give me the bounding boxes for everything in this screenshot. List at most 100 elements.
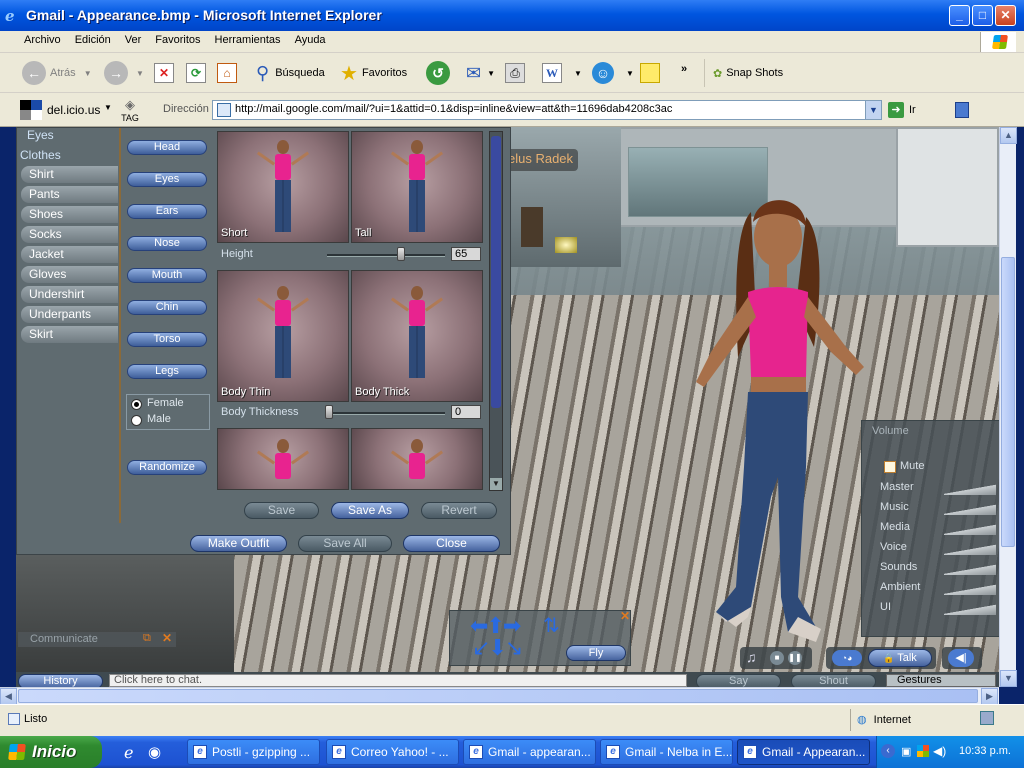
- messenger-button[interactable]: ☺ ▼: [592, 59, 634, 87]
- clothes-item-shoes[interactable]: Shoes: [21, 206, 118, 223]
- female-radio[interactable]: [131, 399, 142, 410]
- task-gmail-active[interactable]: e Gmail - Appearan...: [737, 739, 870, 765]
- randomize-button[interactable]: Randomize: [127, 460, 207, 475]
- task-gmail-2[interactable]: e Gmail - Nelba in E...: [600, 739, 733, 765]
- body-thickness-slider-knob[interactable]: [325, 405, 333, 419]
- refresh-button[interactable]: ⟳: [186, 59, 206, 87]
- vertical-scrollbar[interactable]: ▲ ▼: [999, 127, 1017, 687]
- shout-button[interactable]: Shout: [791, 674, 876, 687]
- volume-tray-icon[interactable]: ◀): [933, 744, 946, 758]
- save-button[interactable]: Save: [244, 502, 319, 519]
- height-slider-knob[interactable]: [397, 247, 405, 261]
- back-button[interactable]: ← Atrás ▼: [22, 59, 92, 87]
- save-as-button[interactable]: Save As: [331, 502, 409, 519]
- say-button[interactable]: Say: [696, 674, 781, 687]
- scrollbar-thumb[interactable]: [491, 136, 501, 408]
- thumb-tall[interactable]: Tall: [351, 131, 483, 243]
- address-input[interactable]: http://mail.google.com/mail/?ui=1&attid=…: [212, 100, 882, 120]
- volume-voice-slider[interactable]: [944, 541, 996, 555]
- thumb-short[interactable]: Short: [217, 131, 349, 243]
- menu-archivo[interactable]: Archivo: [17, 31, 68, 49]
- height-slider-track[interactable]: [327, 254, 445, 257]
- minimize-button[interactable]: _: [949, 5, 970, 26]
- tag-button[interactable]: ◈ TAG: [118, 97, 142, 123]
- talk-button[interactable]: 🔒 Talk: [868, 649, 932, 667]
- restore-icon[interactable]: ⧉: [143, 632, 151, 645]
- forward-button[interactable]: → ▼: [104, 59, 144, 87]
- ie-quicklaunch-icon[interactable]: ℯ: [124, 743, 133, 763]
- pause-icon[interactable]: ❚❚: [788, 651, 802, 665]
- snapshots-button[interactable]: ✿ Snap Shots: [704, 59, 783, 87]
- clothes-item-shirt[interactable]: Shirt: [21, 166, 118, 183]
- chat-input[interactable]: Click here to chat.: [109, 674, 687, 687]
- delicious-label[interactable]: del.icio.us: [47, 103, 100, 117]
- horizontal-scrollbar[interactable]: ◀ ▶: [0, 687, 999, 705]
- search-button[interactable]: ⚲ Búsqueda: [256, 59, 325, 87]
- chevron-right-icon[interactable]: ▶: [981, 688, 998, 705]
- volume-sounds-slider[interactable]: [944, 561, 996, 575]
- clothes-item-jacket[interactable]: Jacket: [21, 246, 118, 263]
- menu-edicion[interactable]: Edición: [68, 31, 118, 49]
- body-part-head[interactable]: Head: [127, 140, 207, 155]
- mute-checkbox[interactable]: [884, 461, 896, 473]
- thumb-partial[interactable]: [351, 428, 483, 490]
- task-postli[interactable]: e Postli - gzipping ...: [187, 739, 320, 765]
- edit-word-button[interactable]: W ▼: [542, 59, 582, 87]
- maximize-button[interactable]: □: [972, 5, 993, 26]
- volume-music-slider[interactable]: [944, 501, 996, 515]
- body-part-chin[interactable]: Chin: [127, 300, 207, 315]
- clothes-item-skirt[interactable]: Skirt: [21, 326, 118, 343]
- category-eyes[interactable]: Eyes: [27, 128, 54, 142]
- browser-quicklaunch-icon[interactable]: ◉: [148, 743, 161, 761]
- mail-button[interactable]: ✉ ▼: [466, 59, 495, 87]
- history-button[interactable]: ↺: [426, 59, 450, 87]
- history-button[interactable]: History: [18, 674, 103, 687]
- scrollbar-thumb[interactable]: [18, 689, 978, 703]
- go-button[interactable]: ➜ Ir: [888, 100, 938, 120]
- close-appearance-button[interactable]: Close: [403, 535, 500, 552]
- chevron-down-icon[interactable]: ▼: [104, 103, 112, 112]
- movement-arrows-down-icon[interactable]: ↙⬇↘: [472, 635, 523, 661]
- close-icon[interactable]: ✕: [162, 631, 172, 645]
- more-chevron[interactable]: »: [681, 55, 687, 83]
- print-button[interactable]: ⎙: [505, 59, 525, 87]
- task-gmail-1[interactable]: e Gmail - appearan...: [463, 739, 596, 765]
- body-part-legs[interactable]: Legs: [127, 364, 207, 379]
- body-part-nose[interactable]: Nose: [127, 236, 207, 251]
- chevron-left-icon[interactable]: ◀: [0, 688, 17, 705]
- params-scrollbar[interactable]: ▼: [489, 131, 503, 491]
- thumb-body-thin[interactable]: Body Thin: [217, 270, 349, 402]
- chevron-left-icon[interactable]: ‹: [881, 744, 895, 758]
- fly-button[interactable]: Fly: [566, 645, 626, 661]
- chevron-down-icon[interactable]: ▼: [1000, 670, 1017, 687]
- volume-master-slider[interactable]: [944, 481, 996, 495]
- body-part-ears[interactable]: Ears: [127, 204, 207, 219]
- volume-ambient-slider[interactable]: [944, 581, 996, 595]
- clothes-item-underpants[interactable]: Underpants: [21, 306, 118, 323]
- network-icon[interactable]: ▣: [901, 745, 911, 758]
- clothes-item-undershirt[interactable]: Undershirt: [21, 286, 118, 303]
- gestures-dropdown[interactable]: Gestures: [886, 674, 996, 687]
- thumb-partial[interactable]: [217, 428, 349, 490]
- music-icon[interactable]: ♫: [746, 649, 757, 665]
- menu-ayuda[interactable]: Ayuda: [288, 31, 333, 49]
- thumb-body-thick[interactable]: Body Thick: [351, 270, 483, 402]
- fly-up-down-icon[interactable]: ⇅: [543, 616, 560, 636]
- volume-media-slider[interactable]: [944, 521, 996, 535]
- close-button[interactable]: ✕: [995, 5, 1016, 26]
- save-all-button[interactable]: Save All: [298, 535, 392, 552]
- home-button[interactable]: ⌂: [217, 59, 237, 87]
- clothes-item-gloves[interactable]: Gloves: [21, 266, 118, 283]
- links-icon[interactable]: [955, 102, 969, 118]
- male-radio[interactable]: [131, 415, 142, 426]
- start-button[interactable]: Inicio: [0, 736, 102, 768]
- make-outfit-button[interactable]: Make Outfit: [190, 535, 287, 552]
- chevron-down-icon[interactable]: ▼: [490, 478, 502, 490]
- body-part-mouth[interactable]: Mouth: [127, 268, 207, 283]
- clothes-item-pants[interactable]: Pants: [21, 186, 118, 203]
- stop-icon[interactable]: ■: [770, 651, 784, 665]
- body-part-torso[interactable]: Torso: [127, 332, 207, 347]
- scrollbar-thumb[interactable]: [1001, 257, 1015, 547]
- menu-ver[interactable]: Ver: [118, 31, 149, 49]
- volume-button[interactable]: ◀|: [942, 647, 982, 669]
